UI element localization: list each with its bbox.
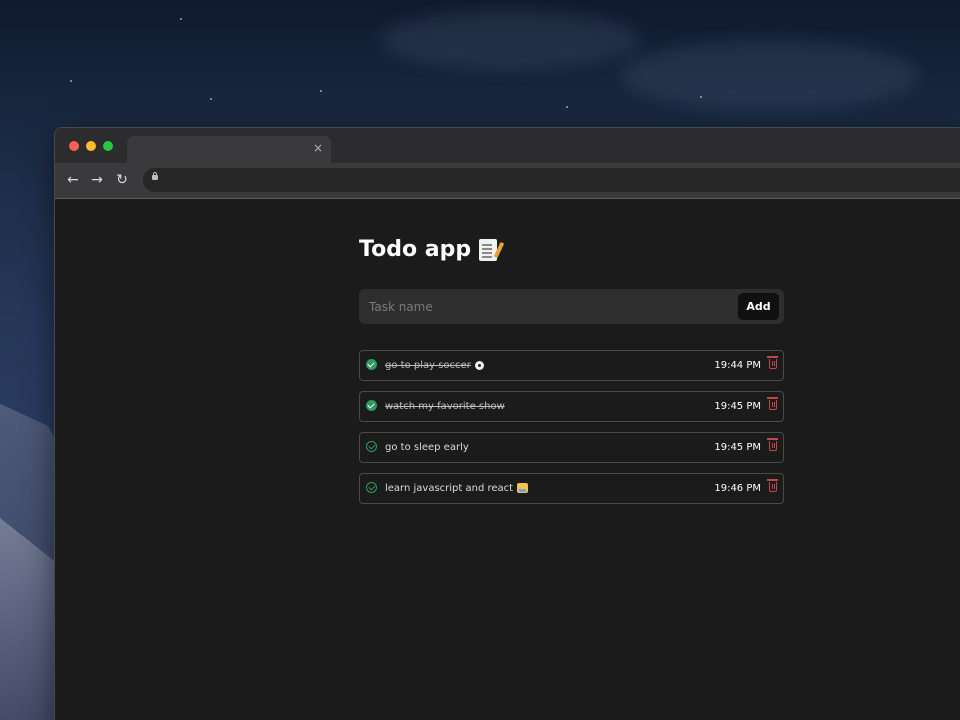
task-list: go to play soccer 19:44 PM watch my favo… [359, 350, 784, 504]
browser-titlebar: × [55, 128, 960, 163]
todo-app: Todo app Add go to play soccer 19:44 PM [359, 235, 784, 520]
task-name-text: go to play soccer [385, 360, 471, 371]
task-name[interactable]: go to sleep early [385, 441, 469, 454]
lock-icon [152, 172, 158, 180]
task-name-text: learn javascript and react [385, 483, 514, 494]
task-time: 19:44 PM [714, 360, 761, 371]
trash-icon[interactable] [767, 479, 778, 492]
technologist-icon [517, 483, 529, 493]
trash-icon[interactable] [767, 438, 778, 451]
completed-check-icon[interactable] [366, 359, 377, 370]
wallpaper-cloud [380, 10, 640, 70]
browser-tab[interactable]: × [127, 136, 331, 163]
minimize-window-button[interactable] [86, 141, 96, 151]
add-task-form: Add [359, 289, 784, 324]
wallpaper-star [70, 80, 72, 82]
reload-icon[interactable]: ↻ [114, 172, 130, 188]
completed-check-icon[interactable] [366, 400, 377, 411]
memo-icon [479, 239, 498, 261]
wallpaper-star [320, 90, 322, 92]
soccer-ball-icon [474, 360, 484, 370]
close-window-button[interactable] [69, 141, 79, 151]
wallpaper-star [210, 98, 212, 100]
task-time: 19:46 PM [714, 483, 761, 494]
task-time: 19:45 PM [714, 442, 761, 453]
task-name[interactable]: watch my favorite show [385, 400, 505, 413]
task-time: 19:45 PM [714, 401, 761, 412]
browser-toolbar: ← → ↻ [55, 163, 960, 199]
trash-icon[interactable] [767, 356, 778, 369]
task-name-input[interactable] [359, 289, 719, 324]
task-item: go to play soccer 19:44 PM [359, 350, 784, 381]
add-button[interactable]: Add [738, 293, 779, 320]
task-name[interactable]: learn javascript and react [385, 482, 529, 495]
task-item: learn javascript and react 19:46 PM [359, 473, 784, 504]
address-bar[interactable] [143, 168, 960, 192]
wallpaper-star [566, 106, 568, 108]
forward-arrow-icon[interactable]: → [89, 172, 105, 188]
task-item: go to sleep early 19:45 PM [359, 432, 784, 463]
wallpaper-cloud [620, 40, 920, 110]
page-title: Todo app [359, 235, 784, 265]
page-content: Todo app Add go to play soccer 19:44 PM [55, 199, 960, 720]
page-title-text: Todo app [359, 237, 472, 262]
task-name[interactable]: go to play soccer [385, 359, 484, 372]
trash-icon[interactable] [767, 397, 778, 410]
task-item: watch my favorite show 19:45 PM [359, 391, 784, 422]
incomplete-check-icon[interactable] [366, 441, 377, 452]
wallpaper-star [700, 96, 702, 98]
desktop-wallpaper: × ← → ↻ Todo app Add [0, 0, 960, 720]
incomplete-check-icon[interactable] [366, 482, 377, 493]
tab-close-icon[interactable]: × [313, 141, 323, 155]
maximize-window-button[interactable] [103, 141, 113, 151]
wallpaper-star [180, 18, 182, 20]
back-arrow-icon[interactable]: ← [65, 172, 81, 188]
browser-window: × ← → ↻ Todo app Add [54, 127, 960, 720]
